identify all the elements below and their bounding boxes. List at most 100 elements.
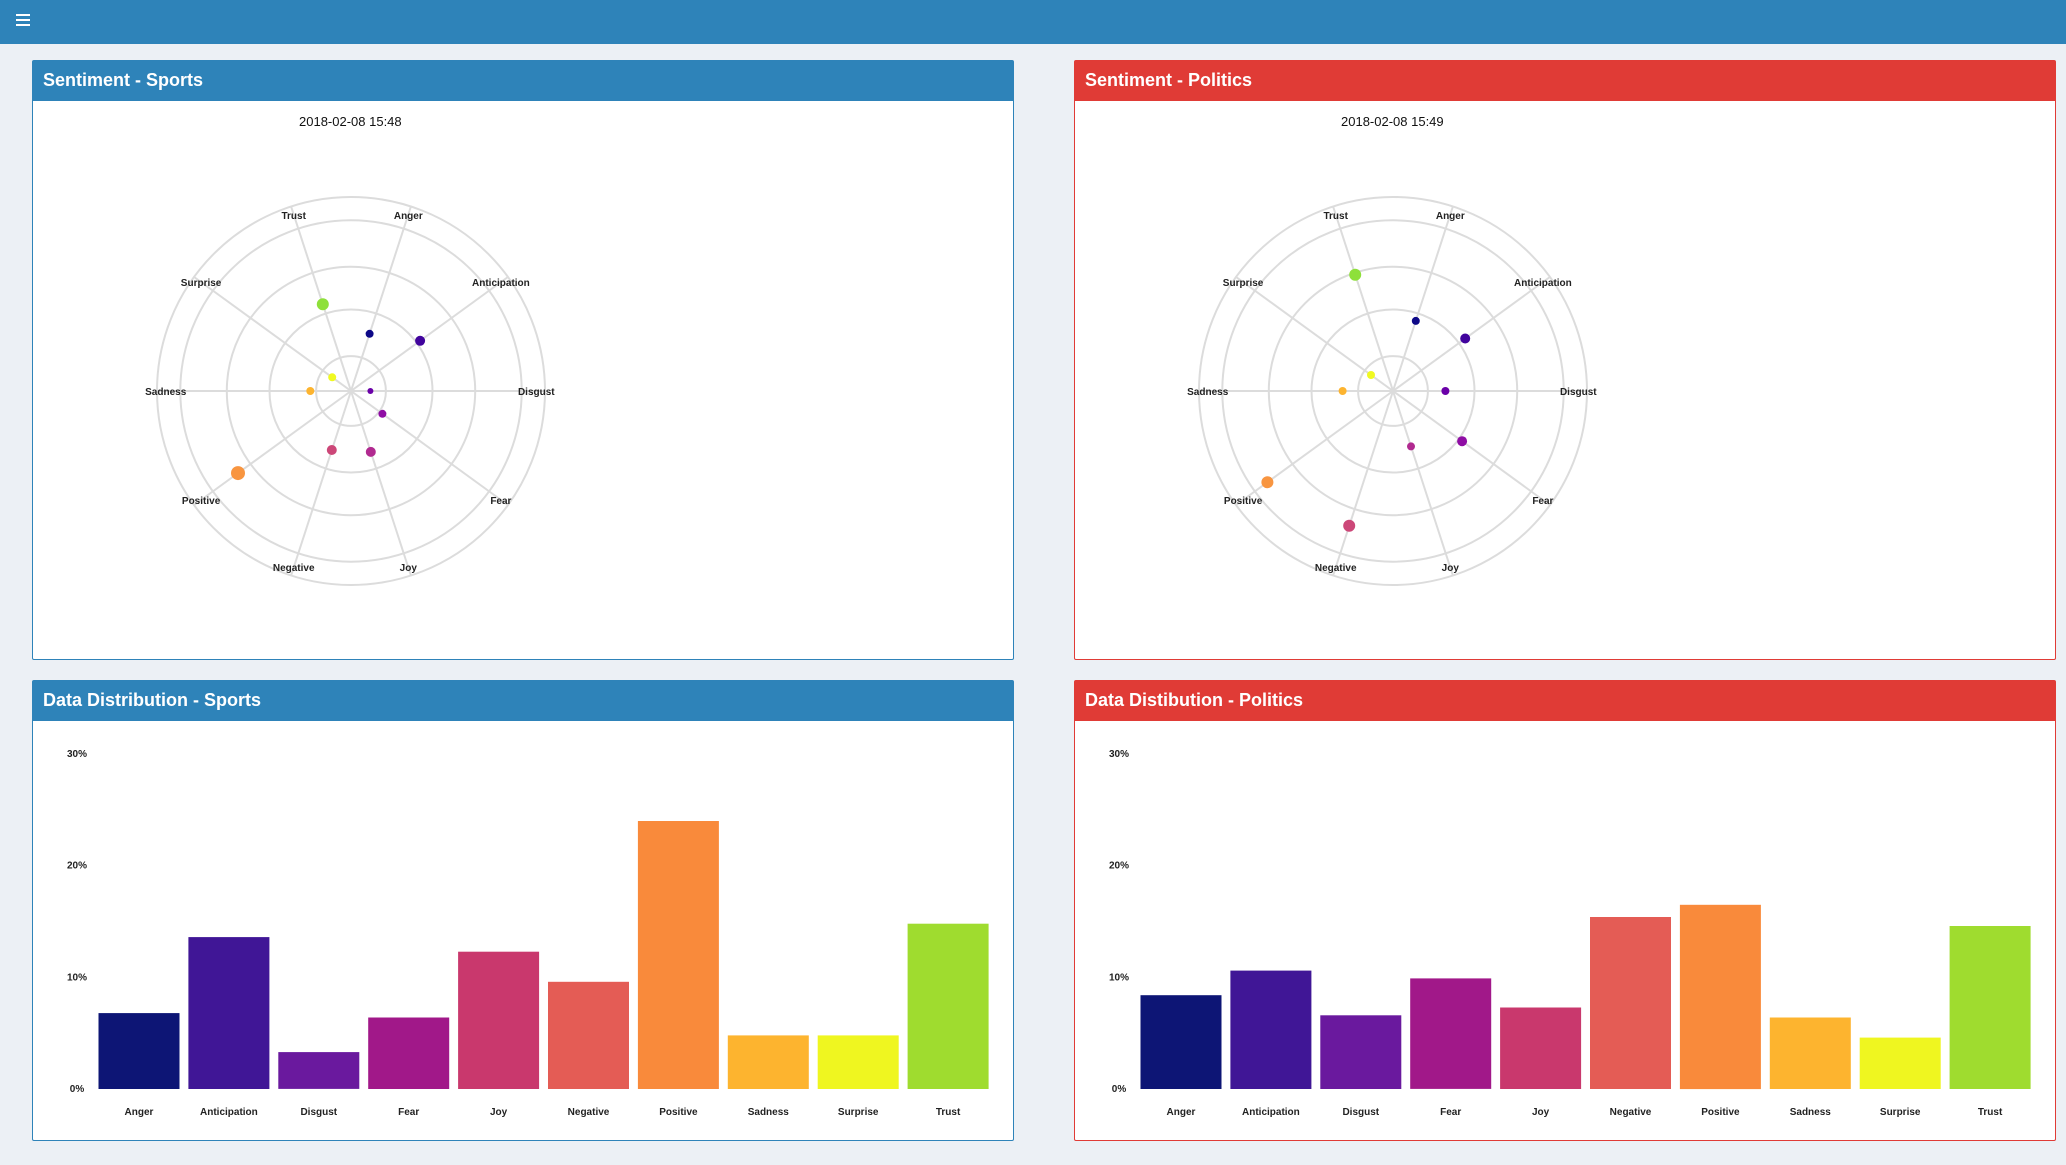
point-disgust <box>367 388 374 394</box>
bar-surprise <box>817 1035 899 1089</box>
panel-sentiment-sports: Sentiment - Sports 2018-02-08 15:48 Anger… <box>32 60 1014 660</box>
x-tick-label-fear: Fear <box>1440 1107 1461 1118</box>
timestamp-label: 2018-02-08 15:48 <box>299 114 402 129</box>
y-tick-label: 20% <box>67 861 87 872</box>
timestamp-label: 2018-02-08 15:49 <box>1341 114 1444 129</box>
x-tick-label-anticipation: Anticipation <box>1242 1107 1300 1118</box>
axis-label-fear: Fear <box>490 496 511 507</box>
y-tick-label: 10% <box>67 972 87 983</box>
point-joy <box>1407 442 1415 451</box>
axis-label-joy: Joy <box>400 563 418 574</box>
grid-spoke <box>350 206 412 392</box>
panel-sentiment-politics: Sentiment - Politics 2018-02-08 15:49 Ang… <box>1074 60 2056 660</box>
top-navbar <box>0 0 2066 44</box>
panel-title: Data Distribution - Sports <box>33 681 1013 721</box>
bar-sadness <box>727 1035 809 1089</box>
point-sadness <box>1338 387 1347 395</box>
panel-distribution-sports: Data Distribution - Sports 0% 10% 20% 30% An… <box>32 680 1014 1141</box>
bar-chart-politics: 0% 10% 20% 30% Anger Anticipation Disgust Fear J… <box>1109 749 2031 1118</box>
bar-anticipation <box>1230 970 1312 1089</box>
x-tick-label-joy: Joy <box>490 1107 508 1118</box>
grid-spoke <box>1392 390 1454 576</box>
point-sadness <box>306 387 315 395</box>
y-tick-label: 0% <box>70 1084 85 1095</box>
x-tick-label-negative: Negative <box>1610 1107 1652 1118</box>
panel-distribution-politics: Data Distibution - Politics 0% 10% 20% 30% A… <box>1074 680 2056 1141</box>
panel-title: Data Distibution - Politics <box>1075 681 2055 721</box>
bar-anticipation <box>188 937 270 1089</box>
axis-label-disgust: Disgust <box>518 387 555 398</box>
axis-label-trust: Trust <box>1323 211 1348 222</box>
point-anger <box>1411 316 1420 325</box>
bar-joy <box>458 951 540 1089</box>
x-tick-label-trust: Trust <box>1978 1107 2003 1118</box>
hamburger-icon[interactable] <box>16 14 30 26</box>
point-anticipation <box>1460 333 1471 344</box>
bar-joy <box>1500 1007 1582 1089</box>
x-tick-label-surprise: Surprise <box>838 1107 879 1118</box>
x-tick-label-disgust: Disgust <box>1342 1107 1379 1118</box>
x-tick-label-trust: Trust <box>936 1107 961 1118</box>
y-tick-label: 10% <box>1109 972 1129 983</box>
x-tick-label-negative: Negative <box>568 1107 610 1118</box>
axis-label-surprise: Surprise <box>1223 278 1264 289</box>
x-tick-label-sadness: Sadness <box>1790 1107 1832 1118</box>
point-fear <box>378 409 387 418</box>
axis-label-sadness: Sadness <box>1187 387 1229 398</box>
point-trust <box>316 298 329 311</box>
axis-label-negative: Negative <box>1315 563 1357 574</box>
x-tick-label-fear: Fear <box>398 1107 419 1118</box>
grid-spoke <box>290 390 352 576</box>
x-tick-label-surprise: Surprise <box>1880 1107 1921 1118</box>
axis-label-joy: Joy <box>1442 563 1460 574</box>
point-surprise <box>1367 371 1375 379</box>
point-anticipation <box>415 335 426 346</box>
bar-anger <box>98 1013 180 1089</box>
x-tick-label-disgust: Disgust <box>300 1107 337 1118</box>
axis-label-sadness: Sadness <box>145 387 187 398</box>
bar-trust <box>907 923 989 1089</box>
bar-negative <box>548 981 629 1089</box>
bar-negative <box>1590 917 1671 1089</box>
axis-label-positive: Positive <box>182 496 221 507</box>
y-tick-label: 30% <box>67 749 87 760</box>
x-tick-label-joy: Joy <box>1532 1107 1550 1118</box>
point-surprise <box>328 373 337 382</box>
bar-disgust <box>1320 1015 1402 1089</box>
point-anger <box>365 329 374 338</box>
axis-label-surprise: Surprise <box>181 278 222 289</box>
point-joy <box>365 446 376 457</box>
axis-label-disgust: Disgust <box>1560 387 1597 398</box>
x-tick-label-sadness: Sadness <box>748 1107 790 1118</box>
panel-title: Sentiment - Politics <box>1075 61 2055 101</box>
bar-fear <box>368 1017 450 1089</box>
bar-disgust <box>278 1052 360 1089</box>
axis-label-positive: Positive <box>1224 496 1263 507</box>
axis-label-anticipation: Anticipation <box>1514 278 1572 289</box>
point-negative <box>1343 519 1356 532</box>
axis-label-trust: Trust <box>281 211 306 222</box>
axis-label-negative: Negative <box>273 563 315 574</box>
grid-spoke <box>1392 206 1454 392</box>
bar-anger <box>1140 995 1222 1089</box>
bar-surprise <box>1859 1037 1941 1089</box>
bar-positive <box>1679 904 1761 1090</box>
axis-label-anticipation: Anticipation <box>472 278 530 289</box>
point-trust <box>1349 268 1362 281</box>
grid-spoke <box>1332 206 1394 392</box>
y-tick-label: 0% <box>1112 1084 1127 1095</box>
bar-chart-sports: 0% 10% 20% 30% Anger Anticipation Disgust Fear J… <box>67 749 989 1118</box>
axis-label-anger: Anger <box>394 211 423 222</box>
x-tick-label-anticipation: Anticipation <box>200 1107 258 1118</box>
bar-positive <box>637 821 719 1089</box>
x-tick-label-positive: Positive <box>659 1107 698 1118</box>
y-tick-label: 20% <box>1109 861 1129 872</box>
bar-sadness <box>1769 1017 1851 1089</box>
bar-fear <box>1410 978 1492 1089</box>
radar-chart-politics: 2018-02-08 15:49 Anger Anticipation Disgust… <box>1187 114 1597 586</box>
point-fear <box>1457 436 1468 447</box>
axis-label-anger: Anger <box>1436 211 1465 222</box>
point-disgust <box>1441 387 1450 395</box>
point-positive <box>231 466 245 481</box>
axis-label-fear: Fear <box>1532 496 1553 507</box>
